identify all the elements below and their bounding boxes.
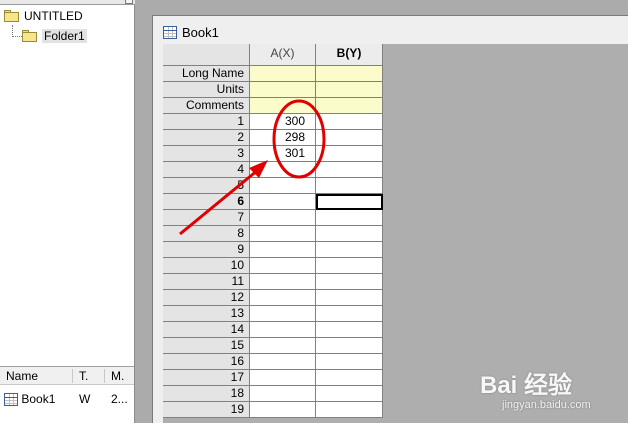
column-header-type[interactable]: T. [79,369,88,383]
cell-a[interactable]: 300 [250,114,316,130]
watermark: Bai 经验 jingyan.baidu.com [478,355,628,423]
cell-b[interactable] [316,210,383,226]
row-header[interactable]: 2 [163,130,250,146]
cell-b[interactable] [316,338,383,354]
cell-b[interactable] [316,242,383,258]
cell-a[interactable] [250,258,316,274]
column-header-b[interactable]: B(Y) [316,44,383,66]
grid-corner[interactable] [163,44,250,66]
row-header[interactable]: 19 [163,402,250,418]
tree-connector [12,25,22,37]
cell-b[interactable] [316,178,383,194]
cell-a[interactable]: 298 [250,130,316,146]
row-header[interactable]: 1 [163,114,250,130]
row-header[interactable]: 12 [163,290,250,306]
cell-b[interactable] [316,354,383,370]
tree-item-folder1[interactable]: Folder1 [22,28,87,44]
cell-a[interactable] [250,322,316,338]
cell-a-units[interactable] [250,82,316,98]
cell-b[interactable] [316,306,383,322]
cell-a[interactable] [250,290,316,306]
cell-a[interactable] [250,194,316,210]
cell-b[interactable] [316,274,383,290]
cell-a[interactable]: 301 [250,146,316,162]
cell-a-long-name[interactable] [250,66,316,82]
cell-b[interactable] [316,386,383,402]
row-header[interactable]: 9 [163,242,250,258]
label-row-units: Units [163,82,250,98]
cell-a[interactable] [250,178,316,194]
cell-b[interactable] [316,322,383,338]
workbook-title: Book1 [182,25,219,40]
cell-b[interactable] [316,402,383,418]
cell-b[interactable] [316,130,383,146]
row-header[interactable]: 11 [163,274,250,290]
list-item-type: W [79,392,91,406]
explorer-scrollbar[interactable] [0,0,135,5]
cell-a[interactable] [250,274,316,290]
project-explorer: UNTITLED Folder1 Name T. M. Book1 W 2... [0,0,135,423]
watermark-url: jingyan.baidu.com [502,399,591,411]
watermark-logo: Bai 经验 [480,372,573,399]
column-separator[interactable] [72,369,73,383]
active-cell-b[interactable] [316,194,383,210]
row-header[interactable]: 15 [163,338,250,354]
column-separator[interactable] [104,369,105,383]
cell-b[interactable] [316,226,383,242]
cell-b[interactable] [316,146,383,162]
cell-b[interactable] [316,114,383,130]
cell-a[interactable] [250,386,316,402]
cell-a-comments[interactable] [250,98,316,114]
list-item-name: Book1 [21,392,56,406]
row-header[interactable]: 18 [163,386,250,402]
cell-b-comments[interactable] [316,98,383,114]
row-header[interactable]: 6 [163,194,250,210]
cell-a[interactable] [250,370,316,386]
cell-b[interactable] [316,290,383,306]
cell-a[interactable] [250,338,316,354]
workbook-icon [4,393,18,407]
cell-a[interactable] [250,354,316,370]
workbook-titlebar[interactable]: Book1 [163,25,219,40]
cell-b[interactable] [316,370,383,386]
folder-icon [22,30,38,42]
workbook-icon [163,26,177,39]
row-header[interactable]: 13 [163,306,250,322]
cell-b-units[interactable] [316,82,383,98]
row-header[interactable]: 10 [163,258,250,274]
cell-a[interactable] [250,306,316,322]
row-header[interactable]: 5 [163,178,250,194]
list-header: Name T. M. [0,366,134,385]
cell-a[interactable] [250,242,316,258]
row-header[interactable]: 4 [163,162,250,178]
row-header[interactable]: 8 [163,226,250,242]
row-header[interactable]: 7 [163,210,250,226]
column-header-modified[interactable]: M. [111,369,124,383]
tree-folder-label: Folder1 [42,29,87,43]
cell-a[interactable] [250,402,316,418]
column-header-a[interactable]: A(X) [250,44,316,66]
list-item-modified: 2... [111,392,128,406]
list-item-book1[interactable]: Book1 [4,392,56,407]
label-row-comments: Comments [163,98,250,114]
column-header-name[interactable]: Name [6,369,38,383]
cell-b-long-name[interactable] [316,66,383,82]
cell-a[interactable] [250,162,316,178]
row-header[interactable]: 3 [163,146,250,162]
cell-a[interactable] [250,226,316,242]
tree-root-untitled[interactable]: UNTITLED [4,8,83,24]
row-header[interactable]: 14 [163,322,250,338]
row-header[interactable]: 17 [163,370,250,386]
folder-icon [4,10,20,22]
scroll-button[interactable] [125,0,133,4]
cell-b[interactable] [316,258,383,274]
cell-a[interactable] [250,210,316,226]
tree-root-label: UNTITLED [24,9,83,23]
cell-b[interactable] [316,162,383,178]
label-row-long-name: Long Name [163,66,250,82]
row-header[interactable]: 16 [163,354,250,370]
